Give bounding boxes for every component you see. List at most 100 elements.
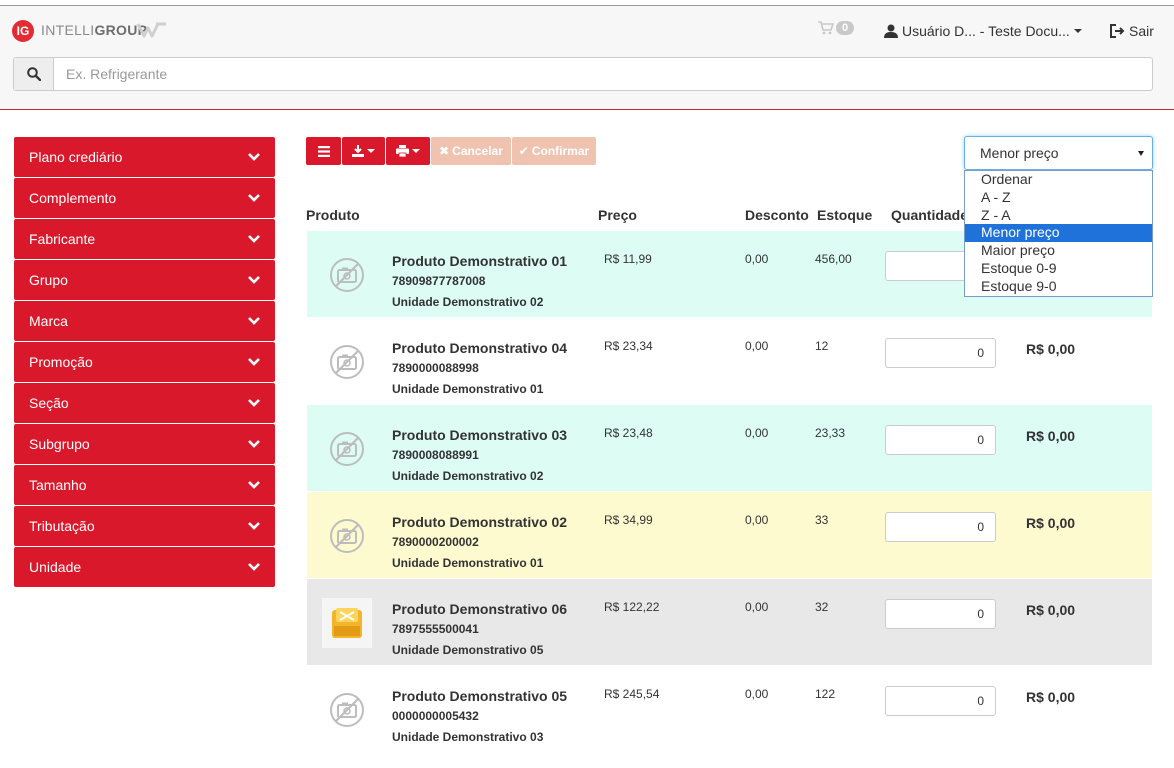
product-stock: 122: [815, 687, 836, 701]
cart-button[interactable]: 0: [818, 21, 855, 35]
no-photo-icon: [330, 258, 364, 292]
product-name[interactable]: Produto Demonstrativo 06: [392, 601, 567, 617]
sort-option-z-a[interactable]: Z - A: [965, 207, 1152, 225]
filter-sidebar: Plano crediário Complemento Fabricante G…: [14, 137, 275, 588]
table-row: Produto Demonstrativo 02 7890000200002 Uni…: [307, 492, 1152, 578]
sort-option-estoque-9-0[interactable]: Estoque 9-0: [965, 278, 1152, 296]
product-discount: 0,00: [745, 426, 769, 440]
product-image[interactable]: [322, 424, 372, 474]
chevron-down-icon: [248, 317, 260, 325]
product-unit: Unidade Demonstrativo 03: [392, 730, 544, 744]
cart-count-badge: 0: [836, 21, 855, 35]
sidebar-item-fabricante[interactable]: Fabricante: [14, 219, 275, 259]
logo-text-light: INTELLI: [41, 22, 95, 38]
chevron-down-icon: [248, 194, 260, 202]
chevron-down-icon: [367, 149, 375, 153]
logout-button[interactable]: Sair: [1110, 23, 1154, 39]
product-total: R$ 0,00: [1026, 689, 1076, 705]
product-code: 78909877787008: [392, 274, 486, 288]
sidebar-item-complemento[interactable]: Complemento: [14, 178, 275, 218]
sidebar-item-tamanho[interactable]: Tamanho: [14, 465, 275, 505]
product-price: R$ 245,54: [604, 687, 660, 701]
product-discount: 0,00: [745, 687, 769, 701]
chevron-down-icon: [248, 522, 260, 530]
chevron-down-icon: [248, 563, 260, 571]
header: IG INTELLIGROUP 0 Usuário D... - Teste D…: [0, 6, 1174, 110]
product-unit: Unidade Demonstrativo 05: [392, 643, 544, 657]
print-button[interactable]: [386, 137, 430, 165]
chevron-down-icon: [412, 149, 420, 153]
sidebar-item-label: Tributação: [29, 518, 95, 534]
quantity-input[interactable]: 0: [885, 425, 996, 455]
column-header-discount: Desconto: [745, 207, 809, 223]
sidebar-item-plano-crediario[interactable]: Plano crediário: [14, 137, 275, 177]
search-input[interactable]: [54, 58, 1152, 90]
sort-select[interactable]: Menor preço: [964, 136, 1153, 170]
search-button[interactable]: [14, 58, 54, 90]
product-stock: 32: [815, 600, 829, 614]
logo-badge: IG: [12, 20, 34, 42]
cancel-label: Cancelar: [452, 144, 503, 158]
sort-option-menor-preco[interactable]: Menor preço: [965, 224, 1152, 243]
product-image[interactable]: [322, 511, 372, 561]
sidebar-item-label: Complemento: [29, 190, 117, 206]
confirm-button[interactable]: ✔ Confirmar: [512, 137, 596, 165]
product-name[interactable]: Produto Demonstrativo 03: [392, 427, 567, 443]
sidebar-item-secao[interactable]: Seção: [14, 383, 275, 423]
sidebar-item-label: Seção: [29, 395, 69, 411]
product-name[interactable]: Produto Demonstrativo 04: [392, 340, 567, 356]
sidebar-item-label: Fabricante: [29, 231, 96, 247]
chevron-down-icon: [1073, 29, 1082, 33]
product-name[interactable]: Produto Demonstrativo 05: [392, 688, 567, 704]
no-photo-icon: [330, 519, 364, 553]
product-unit: Unidade Demonstrativo 02: [392, 295, 544, 309]
chevron-down-icon: [248, 399, 260, 407]
product-image[interactable]: [322, 250, 372, 300]
sidebar-item-unidade[interactable]: Unidade: [14, 547, 275, 587]
sidebar-item-marca[interactable]: Marca: [14, 301, 275, 341]
product-code: 7890000088998: [392, 361, 479, 375]
logo-text: INTELLIGROUP: [41, 22, 147, 38]
column-header-price: Preço: [598, 207, 637, 223]
user-menu[interactable]: Usuário D... - Teste Docu...: [884, 23, 1082, 39]
sidebar-item-tributacao[interactable]: Tributação: [14, 506, 275, 546]
download-button[interactable]: [342, 137, 385, 165]
product-name[interactable]: Produto Demonstrativo 02: [392, 514, 567, 530]
quantity-input[interactable]: 0: [885, 599, 996, 629]
quantity-input[interactable]: 0: [885, 686, 996, 716]
product-total: R$ 0,00: [1026, 341, 1076, 357]
quantity-input[interactable]: 0: [885, 512, 996, 542]
cancel-button[interactable]: ✖ Cancelar: [431, 137, 511, 165]
product-discount: 0,00: [745, 339, 769, 353]
sidebar-item-label: Grupo: [29, 272, 68, 288]
no-photo-icon: [330, 693, 364, 727]
product-name[interactable]: Produto Demonstrativo 01: [392, 253, 567, 269]
product-unit: Unidade Demonstrativo 02: [392, 469, 544, 483]
chevron-down-icon: [248, 440, 260, 448]
sort-option-estoque-0-9[interactable]: Estoque 0-9: [965, 260, 1152, 278]
product-total: R$ 0,00: [1026, 602, 1076, 618]
column-header-stock: Estoque: [817, 207, 873, 223]
product-discount: 0,00: [745, 252, 769, 266]
quantity-input[interactable]: 0: [885, 338, 996, 368]
sort-option-maior-preco[interactable]: Maior preço: [965, 242, 1152, 260]
sidebar-item-label: Marca: [29, 313, 68, 329]
sort-option-ordenar[interactable]: Ordenar: [965, 171, 1152, 189]
sidebar-item-subgrupo[interactable]: Subgrupo: [14, 424, 275, 464]
product-image[interactable]: [322, 685, 372, 735]
product-box-icon: [322, 598, 372, 648]
list-view-button[interactable]: [306, 137, 341, 165]
print-icon: [396, 145, 409, 157]
download-icon: [352, 145, 364, 157]
product-image[interactable]: [322, 337, 372, 387]
product-code: 7890008088991: [392, 448, 479, 462]
sidebar-item-grupo[interactable]: Grupo: [14, 260, 275, 300]
product-discount: 0,00: [745, 600, 769, 614]
product-unit: Unidade Demonstrativo 01: [392, 556, 544, 570]
product-stock: 456,00: [815, 252, 852, 266]
select-arrow-icon: [1138, 151, 1144, 156]
sidebar-item-promocao[interactable]: Promoção: [14, 342, 275, 382]
sort-option-a-z[interactable]: A - Z: [965, 189, 1152, 207]
product-image[interactable]: [322, 598, 372, 648]
product-stock: 12: [815, 339, 829, 353]
